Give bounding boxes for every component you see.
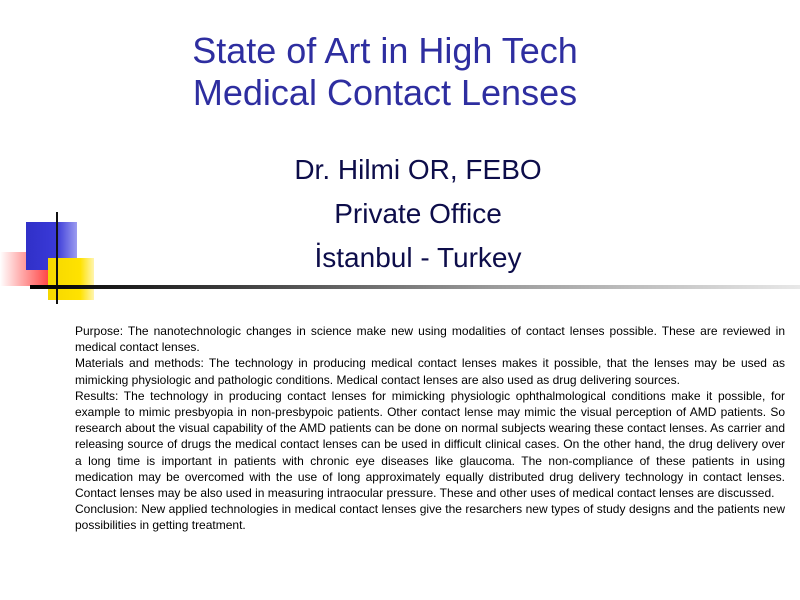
- author-location: İstanbul - Turkey: [314, 242, 522, 273]
- author-office: Private Office: [334, 198, 502, 229]
- abstract-results: Results: The technology in producing con…: [75, 388, 785, 501]
- abstract-methods: Materials and methods: The technology in…: [75, 356, 785, 387]
- presentation-slide: State of Art in High Tech Medical Contac…: [0, 0, 800, 600]
- slide-title-line-1: State of Art in High Tech: [192, 30, 578, 71]
- abstract-text: Purpose: The nanotechnologic changes in …: [75, 323, 785, 534]
- decorative-vertical-line: [56, 212, 58, 304]
- abstract-conclusion: Conclusion: New applied technologies in …: [75, 502, 785, 533]
- abstract-purpose: Purpose: The nanotechnologic changes in …: [75, 324, 785, 355]
- decorative-yellow-square: [48, 258, 94, 300]
- title-divider-line: [30, 285, 800, 289]
- slide-title: State of Art in High Tech Medical Contac…: [160, 30, 610, 114]
- author-block: Dr. Hilmi OR, FEBO Private Office İstanb…: [200, 148, 636, 280]
- slide-title-line-2: Medical Contact Lenses: [192, 72, 578, 113]
- author-name: Dr. Hilmi OR, FEBO: [294, 154, 542, 185]
